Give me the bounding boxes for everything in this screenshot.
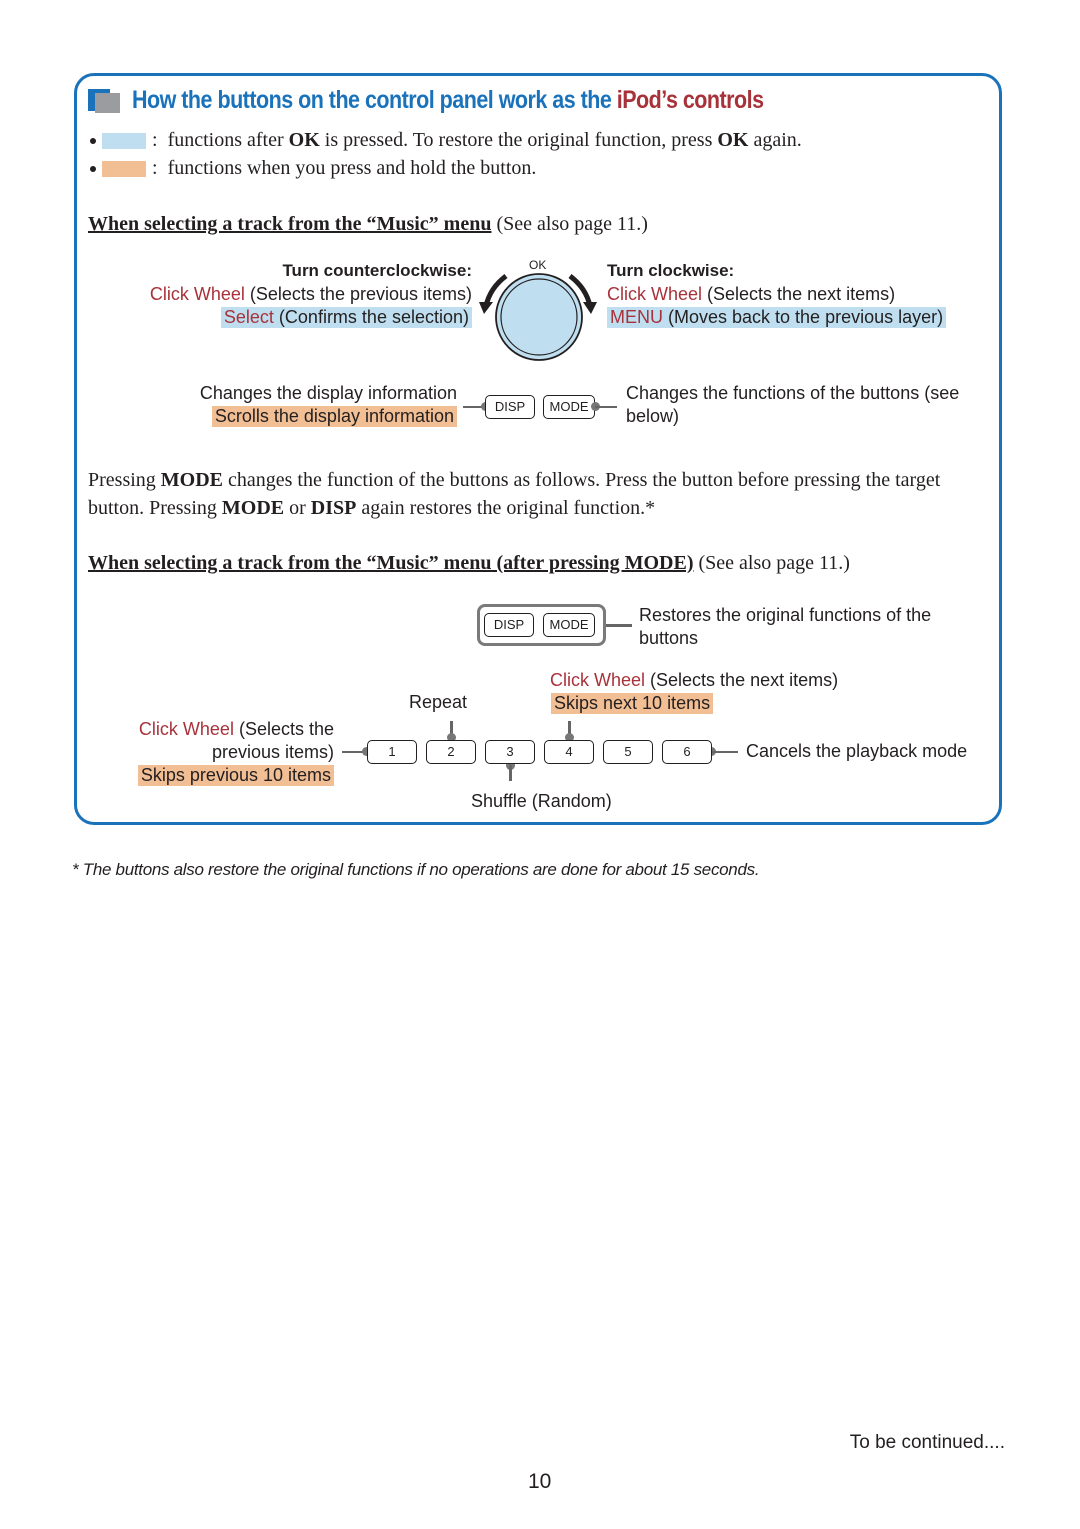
mode-button[interactable]: MODE <box>543 395 595 419</box>
ccw-arrowhead-icon <box>479 302 493 314</box>
legend-text: functions when you press and hold the bu… <box>167 157 537 179</box>
para-text: Pressing <box>88 469 161 491</box>
click-wheel-diagram <box>479 273 597 361</box>
prev-items-label: Click Wheel (Selects the <box>139 719 334 740</box>
ccw-line2: Select (Confirms the selection) <box>220 307 472 328</box>
disp-button[interactable]: DISP <box>484 613 534 637</box>
ccw-desc: (Selects the previous items) <box>244 284 472 304</box>
content-panel <box>74 73 1002 825</box>
click-wheel-label: Click Wheel <box>138 719 234 739</box>
legend-item-blue: : functions after OK is pressed. To rest… <box>90 129 802 152</box>
para-text: or <box>284 497 311 519</box>
button-1[interactable]: 1 <box>367 740 417 764</box>
section-heading-text: When selecting a track from the “Music” … <box>88 213 492 235</box>
para-text: again restores the original function.* <box>356 497 656 519</box>
connector-line <box>606 624 632 627</box>
restore-desc-1: Restores the original functions of the <box>639 605 932 625</box>
next-desc: (Selects the next items) <box>645 670 839 690</box>
restore-desc-2: buttons <box>639 628 699 648</box>
legend-sep: : <box>152 157 158 179</box>
mode-explanation: Pressing MODE changes the function of th… <box>88 466 988 522</box>
section-marker-icon <box>88 89 120 113</box>
ok-label: OK <box>529 258 547 272</box>
page-title: How the buttons on the control panel wor… <box>132 86 764 115</box>
section-heading-1: When selecting a track from the “Music” … <box>88 213 648 236</box>
connector-line <box>595 406 617 408</box>
disp-hold-desc: Scrolls the display information <box>211 406 457 427</box>
connector-line <box>509 765 512 781</box>
select-label: Select <box>223 307 274 327</box>
menu-desc: (Moves back to the previous layer) <box>663 307 944 327</box>
legend-text: functions after <box>167 129 289 151</box>
mode-desc-2: below) <box>626 406 680 426</box>
legend-item-orange: : functions when you press and hold the … <box>90 157 536 180</box>
continued-label: To be continued.... <box>849 1432 1005 1453</box>
disp-desc: Changes the display information <box>199 383 457 403</box>
legend-text: again. <box>748 129 802 151</box>
click-wheel-label: Click Wheel <box>550 670 646 690</box>
footnote: * The buttons also restore the original … <box>72 860 760 879</box>
repeat-label: Repeat <box>409 692 468 712</box>
orange-swatch <box>102 161 146 178</box>
cw-heading: Turn clockwise: <box>607 261 735 280</box>
section-heading-2: When selecting a track from the “Music” … <box>88 552 850 575</box>
connector-line <box>712 751 738 753</box>
page-number: 10 <box>528 1470 552 1493</box>
button-6[interactable]: 6 <box>662 740 712 764</box>
button-3[interactable]: 3 <box>485 740 535 764</box>
blue-swatch <box>102 133 146 150</box>
disp-button[interactable]: DISP <box>485 395 535 419</box>
see-also: (See also page 11.) <box>698 552 850 574</box>
cw-desc: (Selects the next items) <box>702 284 896 304</box>
bullet-icon <box>90 166 96 173</box>
title-part2: iPod’s controls <box>616 86 764 114</box>
select-desc: (Confirms the selection) <box>273 307 469 327</box>
see-also: (See also page 11.) <box>496 213 648 235</box>
ccw-heading: Turn counterclockwise: <box>282 261 472 280</box>
button-4[interactable]: 4 <box>544 740 594 764</box>
menu-label: MENU <box>610 307 663 327</box>
mode-button[interactable]: MODE <box>543 613 595 637</box>
skip-next-label: Skips next 10 items <box>551 693 714 714</box>
button-5[interactable]: 5 <box>603 740 653 764</box>
cw-arrowhead-icon <box>583 302 597 314</box>
legend-bold: OK <box>288 129 320 151</box>
shuffle-label: Shuffle (Random) <box>471 791 612 811</box>
next-items-label: Click Wheel (Selects the next items) <box>550 670 838 691</box>
mode-desc-1: Changes the functions of the buttons (se… <box>626 383 960 403</box>
legend-text: is pressed. To restore the original func… <box>319 129 718 151</box>
click-wheel-inner <box>500 278 578 356</box>
bullet-icon <box>90 138 96 145</box>
cancel-label: Cancels the playback mode <box>746 741 968 761</box>
ccw-line1: Click Wheel (Selects the previous items) <box>150 284 472 305</box>
legend-bold: OK <box>717 129 749 151</box>
legend-sep: : <box>152 129 158 151</box>
prev-desc: (Selects the <box>233 719 334 739</box>
button-2[interactable]: 2 <box>426 740 476 764</box>
skip-prev-label: Skips previous 10 items <box>137 765 334 786</box>
click-wheel-label: Click Wheel <box>607 284 703 304</box>
cw-line1: Click Wheel (Selects the next items) <box>607 284 895 305</box>
section-heading-text: When selecting a track from the “Music” … <box>88 552 694 574</box>
para-bold: MODE <box>221 497 285 519</box>
title-part1: How the buttons on the control panel wor… <box>132 86 617 114</box>
cw-line2: MENU (Moves back to the previous layer) <box>607 307 947 328</box>
prev-desc-2: previous items) <box>211 742 334 762</box>
click-wheel-label: Click Wheel <box>149 284 245 304</box>
para-bold: DISP <box>310 497 357 519</box>
para-bold: MODE <box>160 469 224 491</box>
